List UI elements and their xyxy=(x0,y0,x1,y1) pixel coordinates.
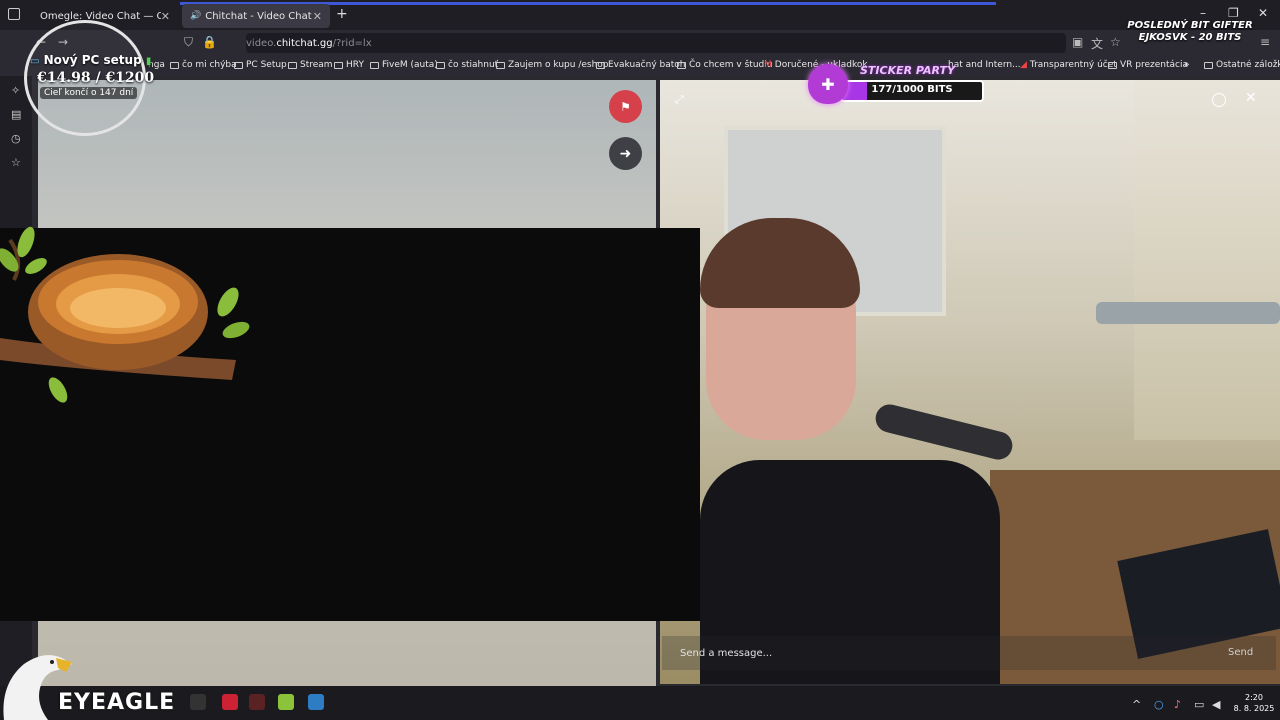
goal-title: ▭ Nový PC setup ▮ xyxy=(30,53,152,67)
tab-chitchat[interactable]: 🔊 Chitchat - Video Chat ✕ xyxy=(182,4,330,28)
bookmark-item[interactable]: Čo chcem v študiu xyxy=(677,60,772,70)
nav-bar: ← → ⛉ 🔒 video. chitchat.gg/?rid=lx ▣ 文 ☆ … xyxy=(0,30,1280,56)
message-placeholder: Send a message... xyxy=(680,647,773,659)
next-button[interactable]: ➜ xyxy=(609,137,642,170)
report-button[interactable]: ⚑ xyxy=(609,90,642,123)
minimize-button[interactable]: – xyxy=(1200,6,1206,20)
stream-brand-text: EYEAGLE xyxy=(58,690,176,715)
expand-icon[interactable]: ⤢ xyxy=(675,93,684,107)
bookmark-item[interactable]: čo mi chýba xyxy=(170,60,237,70)
screen: Omegle: Video Chat — Omegle ✕ 🔊 Chitchat… xyxy=(0,0,1280,720)
synced-tabs-icon[interactable]: ▤ xyxy=(11,108,21,121)
sticker-label: STICKER PARTY xyxy=(860,64,955,77)
bank-icon: ◢ xyxy=(1020,60,1027,70)
camera-switch-icon[interactable] xyxy=(1212,93,1226,107)
tab-close-icon[interactable]: ✕ xyxy=(161,10,170,23)
translate-icon[interactable]: 文 xyxy=(1091,35,1103,52)
bookmark-item[interactable]: PC Setup xyxy=(234,60,287,70)
gifter-heading: POSLEDNÝ BIT GIFTER xyxy=(1127,20,1253,31)
self-video xyxy=(660,80,1280,684)
url-prefix: video. xyxy=(246,37,277,49)
folder-icon xyxy=(1204,61,1213,69)
ai-icon[interactable]: ✧ xyxy=(11,84,20,97)
message-input[interactable]: Send a message... xyxy=(662,636,1276,670)
bookmarks-icon[interactable]: ☆ xyxy=(11,156,21,169)
bookmark-item[interactable]: HRY xyxy=(334,60,364,70)
tab-close-icon[interactable]: ✕ xyxy=(313,10,322,23)
video-scene xyxy=(1096,302,1280,324)
network-icon[interactable]: ▭ xyxy=(1194,698,1204,711)
tab-title: Chitchat - Video Chat xyxy=(205,10,312,22)
new-tab-button[interactable]: + xyxy=(336,6,348,22)
folder-icon xyxy=(170,61,179,69)
video-scene xyxy=(1134,80,1280,440)
bookmark-item[interactable]: Zaujem o kupu /eshop xyxy=(496,60,609,70)
lock-icon[interactable]: 🔒 xyxy=(202,35,217,49)
last-bit-gifter: POSLEDNÝ BIT GIFTER EJKOSVK - 20 BITS xyxy=(1120,20,1260,44)
tab-list-icon[interactable] xyxy=(8,8,20,20)
maximize-button[interactable]: ❐ xyxy=(1228,6,1239,20)
microphone-icon[interactable]: ♪ xyxy=(1174,698,1181,711)
cash-icon: ▮ xyxy=(145,56,152,67)
bookmark-item[interactable]: VR prezentácia xyxy=(1108,60,1188,70)
tray-expand-icon[interactable]: ^ xyxy=(1132,698,1141,711)
taskbar-app-icon[interactable] xyxy=(308,694,324,710)
folder-icon xyxy=(436,61,445,69)
bookmarks-bar: nga čo mi chýba PC Setup Stream HRY Five… xyxy=(0,56,1280,76)
menu-icon[interactable]: ≡ xyxy=(1260,35,1270,49)
gifter-name: EJKOSVK - 20 BITS xyxy=(1138,32,1242,43)
clock-time: 2:20 xyxy=(1245,693,1263,702)
url-path: /?rid=lx xyxy=(332,37,372,49)
nest-illustration xyxy=(0,226,250,403)
reader-icon[interactable]: ▣ xyxy=(1072,35,1083,49)
tab-title: Omegle: Video Chat — Omegle xyxy=(40,10,161,22)
tray-app-icon[interactable]: ○ xyxy=(1154,698,1164,711)
arrow-right-icon: ➜ xyxy=(619,145,632,162)
folder-icon xyxy=(334,61,343,69)
speaker-icon: 🔊 xyxy=(190,11,202,21)
close-icon[interactable]: ✕ xyxy=(1245,90,1257,106)
url-host: chitchat.gg xyxy=(276,37,333,49)
folder-icon xyxy=(677,61,686,69)
clock-date: 8. 8. 2025 xyxy=(1233,704,1275,713)
taskbar-app-icon[interactable] xyxy=(190,694,206,710)
folder-icon xyxy=(234,61,243,69)
bookmark-item[interactable]: Ostatné záložky xyxy=(1204,60,1280,70)
volume-icon[interactable]: ◀ xyxy=(1212,698,1220,711)
history-icon[interactable]: ◷ xyxy=(11,132,21,145)
folder-icon xyxy=(596,61,605,69)
flag-icon: ⚑ xyxy=(620,99,631,114)
url-bar[interactable]: video. chitchat.gg/?rid=lx xyxy=(246,33,1066,53)
heart-icon: ✚ xyxy=(808,64,848,104)
taskbar-app-icon[interactable] xyxy=(278,694,294,710)
bookmark-item[interactable]: čo stiahnuť xyxy=(436,60,498,70)
sticker-party-widget: 177/1000 BITS ✚ STICKER PARTY xyxy=(808,64,984,106)
sticker-progress-bar: 177/1000 BITS xyxy=(840,80,984,102)
bookmarks-overflow-button[interactable]: » xyxy=(1184,60,1190,70)
bookmark-item[interactable]: Stream xyxy=(288,60,333,70)
shield-icon[interactable]: ⛉ xyxy=(184,35,193,50)
folder-icon xyxy=(370,61,379,69)
mail-icon: M xyxy=(764,60,772,70)
folder-icon xyxy=(288,61,297,69)
folder-icon xyxy=(1108,61,1117,69)
tab-bar: Omegle: Video Chat — Omegle ✕ 🔊 Chitchat… xyxy=(0,0,1280,30)
sticker-count: 177/1000 BITS xyxy=(871,84,953,95)
bookmark-item[interactable]: Evakuačný batoh xyxy=(596,60,686,70)
window-close-button[interactable]: ✕ xyxy=(1258,6,1268,20)
folder-icon xyxy=(496,61,505,69)
monitor-icon: ▭ xyxy=(30,56,40,67)
goal-amount: €14.98 / €1200 xyxy=(37,70,155,86)
bookmark-item[interactable]: ◢ Transparentný účet xyxy=(1020,60,1117,70)
taskbar-app-icon[interactable] xyxy=(222,694,238,710)
taskbar-app-icon[interactable] xyxy=(249,694,265,710)
bookmark-item[interactable]: FiveM (auta) xyxy=(370,60,438,70)
goal-days-left: Cieľ končí o 147 dní xyxy=(40,87,138,99)
taskbar-clock[interactable]: 2:20 8. 8. 2025 xyxy=(1232,692,1276,714)
send-button[interactable]: Send xyxy=(1228,647,1253,658)
